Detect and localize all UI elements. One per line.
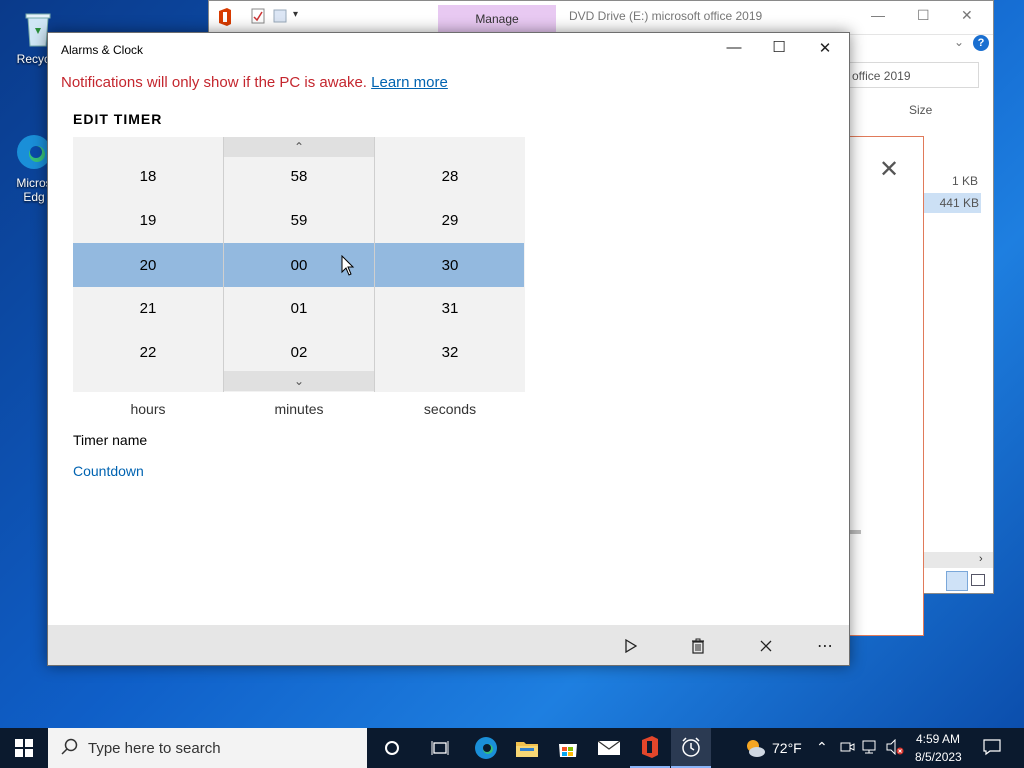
quick-access-dropdown-icon[interactable]: ▾ — [293, 9, 298, 20]
notice-text: Notifications will only show if the PC i… — [61, 74, 367, 91]
notification-notice: Notifications will only show if the PC i… — [61, 74, 448, 91]
mouse-cursor-icon — [341, 254, 355, 282]
more-options-icon[interactable]: ⋯ — [813, 635, 837, 657]
selected-hours[interactable]: 20 — [73, 243, 223, 287]
taskbar: Type here to search 72°F ⌃ 4:59 AM 8/5/2… — [0, 728, 1024, 768]
window-title: Alarms & Clock — [61, 43, 144, 57]
taskbar-search[interactable]: Type here to search — [48, 728, 367, 768]
start-timer-icon[interactable] — [619, 635, 643, 657]
delete-icon[interactable] — [686, 635, 710, 657]
timer-name-label: Timer name — [73, 432, 148, 448]
cancel-icon[interactable] — [754, 635, 778, 657]
explorer-title: DVD Drive (E:) microsoft office 2019 — [569, 9, 763, 23]
file-size-cell: 1 KB — [952, 174, 979, 188]
alarms-clock-taskbar-icon[interactable] — [671, 728, 711, 768]
hours-option[interactable]: 18 — [73, 154, 223, 198]
windows-start-icon[interactable] — [4, 728, 44, 768]
volume-muted-icon[interactable] — [886, 738, 904, 758]
clock-date[interactable]: 8/5/2023 — [915, 750, 962, 764]
scroll-up-icon[interactable]: ⌃ — [224, 137, 374, 157]
selected-seconds[interactable]: 30 — [375, 243, 525, 287]
seconds-option[interactable]: 28 — [375, 154, 525, 198]
hours-label: hours — [130, 401, 166, 417]
column-divider — [374, 137, 375, 392]
help-icon[interactable]: ? — [973, 35, 989, 51]
clock-time[interactable]: 4:59 AM — [916, 732, 960, 746]
installer-close-icon[interactable]: ✕ — [879, 155, 899, 184]
search-placeholder: Type here to search — [88, 739, 221, 757]
mail-icon[interactable] — [589, 728, 629, 768]
cortana-icon[interactable] — [372, 728, 412, 768]
office-icon — [217, 8, 233, 31]
timer-name-field[interactable]: Countdown — [73, 463, 144, 479]
learn-more-link[interactable]: Learn more — [371, 74, 448, 91]
minimize-icon[interactable]: — — [719, 39, 749, 56]
office-installer-window[interactable]: ✕ — [840, 136, 924, 636]
minutes-option[interactable]: 58 — [224, 154, 374, 198]
task-view-icon[interactable] — [420, 728, 460, 768]
office-taskbar-icon[interactable] — [630, 728, 670, 768]
seconds-option[interactable]: 32 — [375, 330, 525, 374]
network-icon[interactable] — [862, 739, 880, 758]
minutes-option[interactable]: 02 — [224, 330, 374, 374]
minutes-option[interactable]: 01 — [224, 286, 374, 330]
selected-time-row[interactable]: 20 00 30 — [73, 243, 524, 287]
minimize-icon[interactable]: — — [871, 7, 885, 23]
column-divider — [223, 137, 224, 392]
edge-taskbar-icon[interactable] — [466, 728, 506, 768]
meet-now-icon[interactable] — [839, 739, 855, 758]
file-size-cell-selected: 441 KB — [923, 193, 981, 213]
explorer-titlebar: ▾ Manage DVD Drive (E:) microsoft office… — [209, 1, 993, 35]
properties-icon[interactable] — [251, 8, 265, 29]
column-header-size[interactable]: Size — [909, 103, 932, 117]
command-bar: ⋯ — [48, 625, 849, 665]
seconds-option[interactable]: 29 — [375, 198, 525, 242]
large-icons-view-icon[interactable] — [971, 574, 985, 586]
hours-option[interactable]: 19 — [73, 198, 223, 242]
close-icon[interactable]: ✕ — [961, 7, 973, 24]
ribbon-expand-icon[interactable]: ⌄ — [954, 35, 964, 49]
weather-icon[interactable] — [735, 728, 775, 768]
scroll-right-icon[interactable]: › — [979, 553, 983, 565]
tab-manage[interactable]: Manage — [438, 5, 556, 32]
weather-temperature[interactable]: 72°F — [772, 740, 802, 756]
address-bar[interactable]: office 2019 — [847, 62, 979, 88]
minutes-label: minutes — [274, 401, 324, 417]
installer-scroll-thumb[interactable] — [849, 530, 861, 534]
minutes-option[interactable]: 59 — [224, 198, 374, 242]
notifications-icon[interactable] — [983, 738, 1001, 759]
maximize-icon[interactable]: ☐ — [764, 38, 794, 56]
details-view-icon[interactable] — [946, 571, 968, 591]
hours-option[interactable]: 21 — [73, 286, 223, 330]
close-icon[interactable]: ✕ — [810, 39, 840, 57]
file-explorer-taskbar-icon[interactable] — [507, 728, 547, 768]
scroll-down-icon[interactable]: ⌄ — [224, 371, 374, 391]
hours-option[interactable]: 22 — [73, 330, 223, 374]
new-folder-icon[interactable] — [273, 9, 287, 28]
search-icon — [60, 738, 78, 760]
maximize-icon[interactable]: ☐ — [917, 7, 930, 24]
edit-timer-heading: EDIT TIMER — [73, 111, 163, 127]
seconds-option[interactable]: 31 — [375, 286, 525, 330]
alarms-clock-window[interactable]: Alarms & Clock — ☐ ✕ Notifications will … — [47, 32, 850, 666]
seconds-label: seconds — [423, 401, 477, 417]
show-hidden-icons-icon[interactable]: ⌃ — [816, 739, 828, 756]
store-icon[interactable] — [548, 728, 588, 768]
